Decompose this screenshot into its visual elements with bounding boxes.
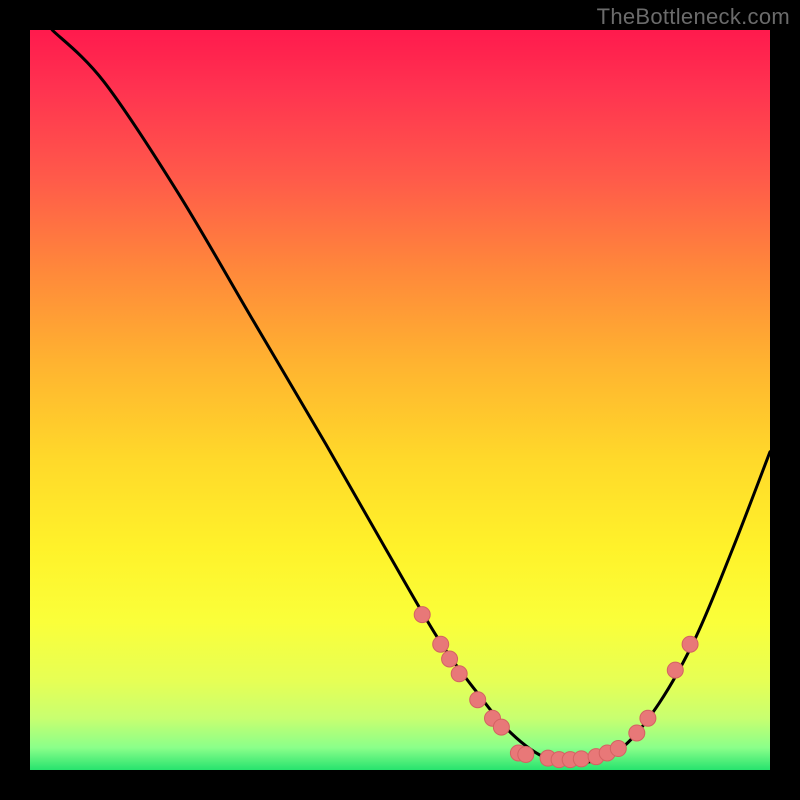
marker-dot	[682, 636, 698, 652]
bottleneck-curve	[52, 30, 770, 764]
marker-dot	[433, 636, 449, 652]
marker-dot	[470, 692, 486, 708]
marker-dot	[629, 725, 645, 741]
marker-dot	[640, 710, 656, 726]
marker-dot	[518, 746, 534, 762]
marker-dot	[573, 751, 589, 767]
marker-dot	[451, 666, 467, 682]
marker-dot	[442, 651, 458, 667]
chart-area	[30, 30, 770, 770]
marker-dot	[667, 662, 683, 678]
marker-dot	[414, 607, 430, 623]
plot-svg	[30, 30, 770, 770]
marker-dot	[610, 741, 626, 757]
marker-group	[414, 607, 698, 768]
watermark-text: TheBottleneck.com	[597, 4, 790, 30]
marker-dot	[493, 719, 509, 735]
